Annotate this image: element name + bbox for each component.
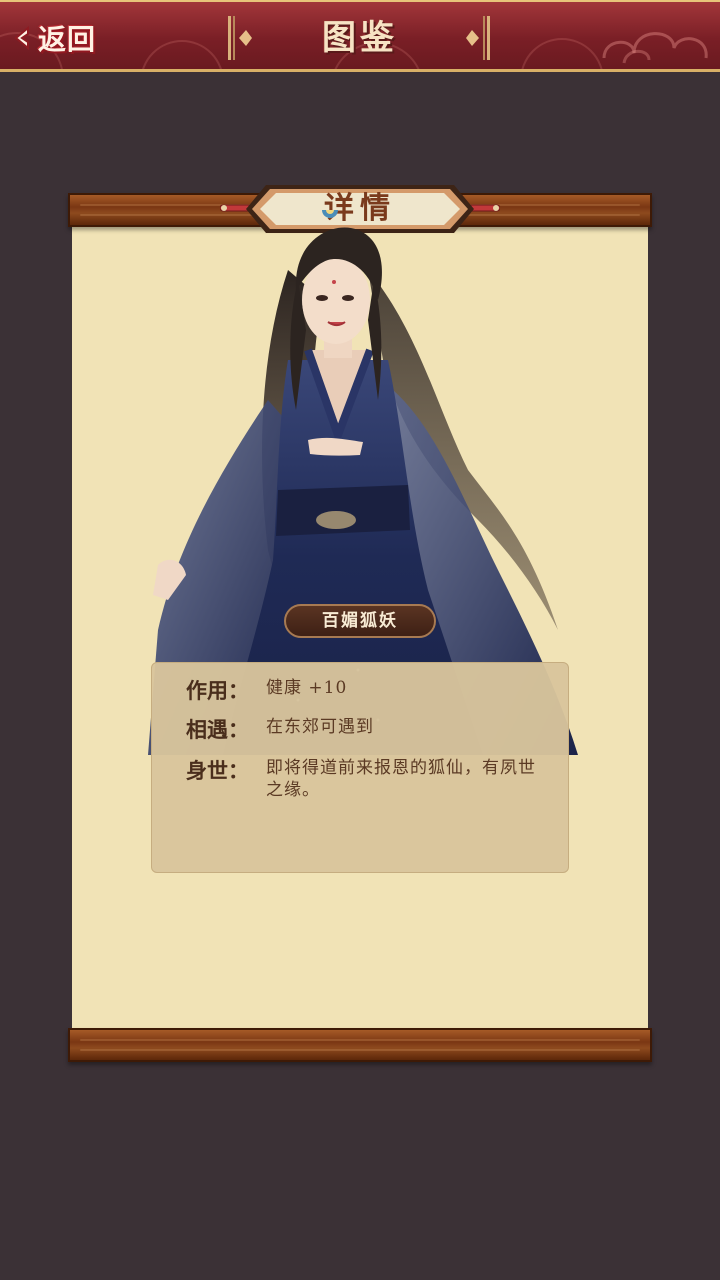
- ornament-right-icon: [466, 16, 490, 60]
- scroll-bottom-rod: [68, 1028, 652, 1062]
- background-value: 即将得道前来报恩的狐仙，有夙世之缘。: [266, 758, 536, 800]
- encounter-label: 相遇：: [186, 718, 249, 742]
- ornament-left-icon: [228, 16, 252, 60]
- effect-row: 作用： 健康 +10: [186, 675, 546, 705]
- top-header-bar: 返回 图鉴: [0, 0, 720, 72]
- cloud-pattern-icon: [602, 32, 708, 64]
- background-label: 身世：: [186, 759, 249, 783]
- chevron-left-icon: [14, 25, 29, 51]
- character-name-plate: 百媚狐妖: [284, 604, 436, 638]
- effect-label: 作用：: [186, 679, 249, 703]
- encounter-row: 相遇： 在东郊可遇到: [186, 714, 546, 744]
- wood-grain: [80, 1039, 640, 1041]
- encounter-value: 在东郊可遇到: [266, 717, 374, 737]
- effect-value: 健康 +10: [266, 678, 348, 698]
- wave-pattern: [140, 40, 224, 69]
- back-button[interactable]: 返回: [8, 16, 96, 60]
- page-title: 图鉴: [322, 18, 398, 58]
- background-row: 身世： 即将得道前来报恩的狐仙，有夙世之缘。: [186, 755, 546, 815]
- back-label: 返回: [38, 23, 97, 56]
- wave-pattern: [520, 38, 604, 69]
- wood-grain: [80, 1049, 640, 1051]
- info-panel: 作用： 健康 +10 相遇： 在东郊可遇到 身世： 即将得道前来报恩的狐仙，有夙…: [151, 662, 569, 873]
